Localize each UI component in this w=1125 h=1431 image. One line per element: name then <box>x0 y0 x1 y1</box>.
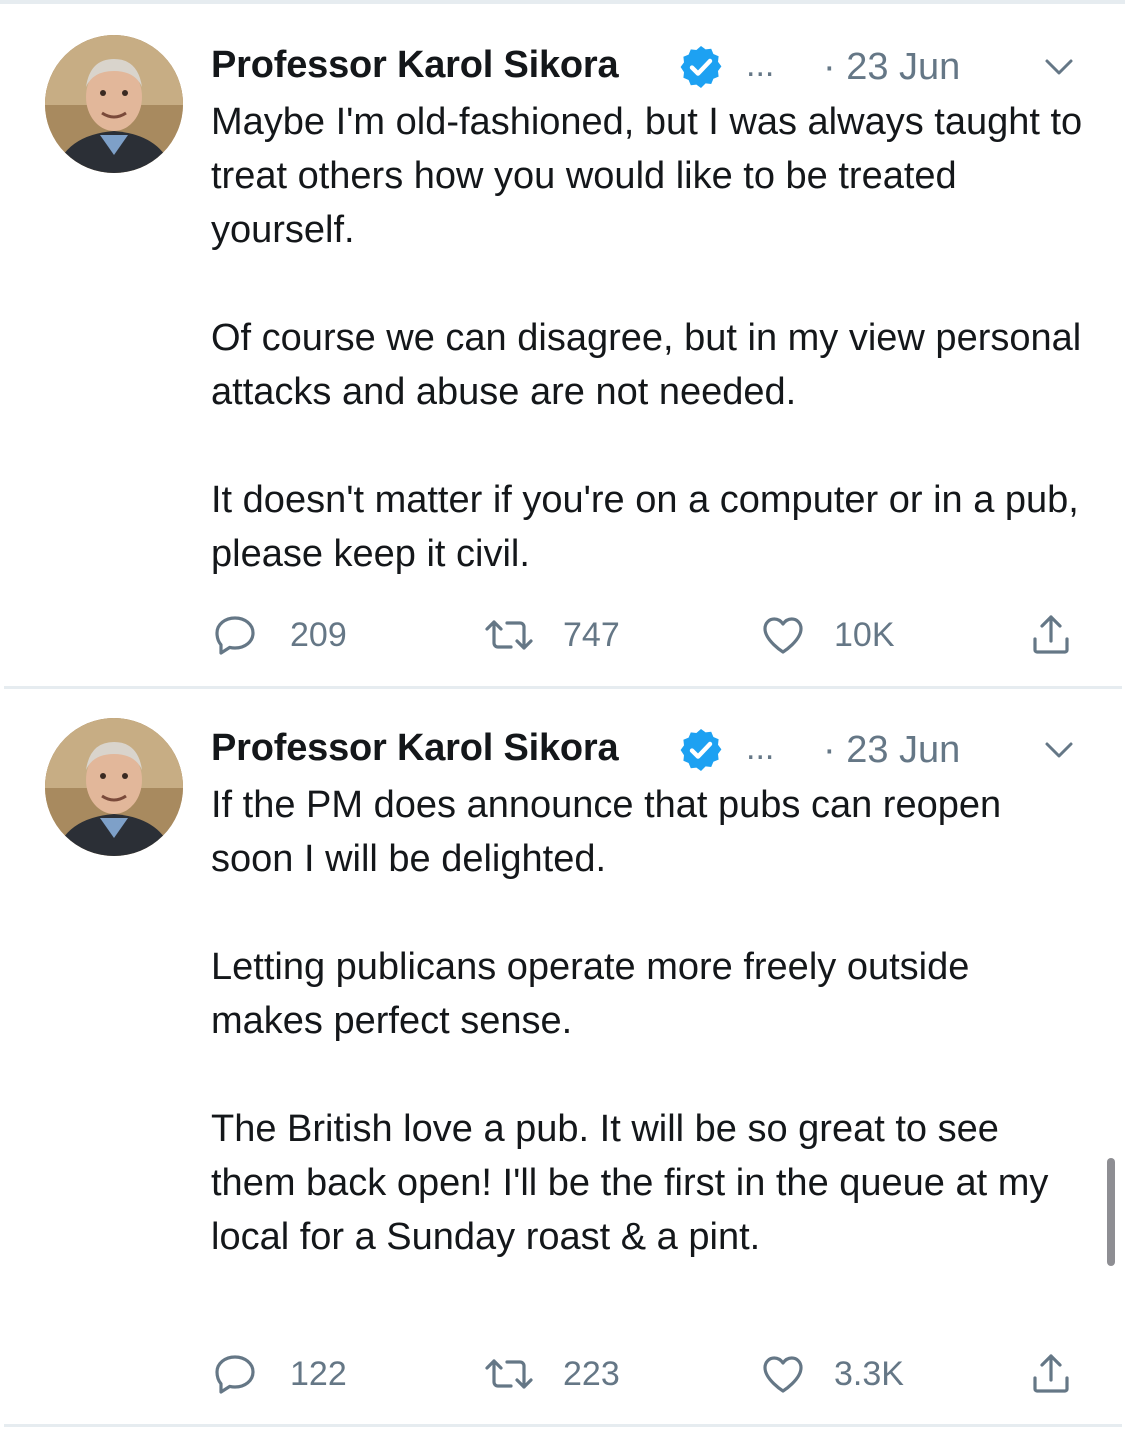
handle-truncated: ... <box>746 729 775 767</box>
tweet-header: Professor Karol Sikora ... · 23 Jun <box>211 35 1091 95</box>
tweet-1[interactable]: Professor Karol Sikora ... · 23 Jun Mayb… <box>0 35 1125 685</box>
tweet-text-p3: It doesn't matter if you're on a compute… <box>211 479 1090 575</box>
share-button[interactable] <box>1027 1344 1083 1404</box>
tweet-date[interactable]: · 23 Jun <box>823 726 960 774</box>
scrollbar[interactable] <box>1107 1158 1115 1266</box>
avatar-photo <box>45 35 183 173</box>
reply-count: 122 <box>290 1355 347 1393</box>
avatar[interactable] <box>45 718 183 856</box>
tweet-divider <box>4 686 1122 689</box>
chevron-down-icon[interactable] <box>1041 732 1077 768</box>
verified-badge-icon <box>680 46 722 88</box>
like-icon <box>763 1356 803 1393</box>
author-name[interactable]: Professor Karol Sikora <box>211 724 619 772</box>
tweet-actions: 122 223 3.3K <box>211 1344 1091 1404</box>
tweet-header: Professor Karol Sikora ... · 23 Jun <box>211 718 1091 778</box>
tweet-text-p1: Maybe I'm old-fashioned, but I was alway… <box>211 101 1093 251</box>
reply-icon <box>215 616 255 655</box>
reply-icon <box>215 1355 255 1394</box>
like-button[interactable]: 10K <box>759 605 959 665</box>
reply-button[interactable]: 122 <box>211 1344 411 1404</box>
retweet-icon <box>485 620 533 650</box>
chevron-down-icon[interactable] <box>1041 49 1077 85</box>
avatar-photo <box>45 718 183 856</box>
author-name[interactable]: Professor Karol Sikora <box>211 41 619 89</box>
tweet-divider <box>4 1424 1122 1427</box>
tweet-text-p3: The British love a pub. It will be so gr… <box>211 1108 1059 1258</box>
verified-badge-icon <box>680 729 722 771</box>
retweet-button[interactable]: 747 <box>481 605 681 665</box>
tweet-text-p2: Of course we can disagree, but in my vie… <box>211 317 1092 413</box>
like-count: 10K <box>834 616 895 654</box>
top-divider <box>0 0 1125 4</box>
tweet-2[interactable]: Professor Karol Sikora ... · 23 Jun If t… <box>0 718 1125 1408</box>
like-count: 3.3K <box>834 1355 904 1393</box>
like-button[interactable]: 3.3K <box>759 1344 959 1404</box>
tweet-date[interactable]: · 23 Jun <box>823 43 960 91</box>
retweet-button[interactable]: 223 <box>481 1344 681 1404</box>
reply-count: 209 <box>290 616 347 654</box>
handle-truncated: ... <box>746 46 775 84</box>
retweet-icon <box>485 1359 533 1389</box>
retweet-count: 747 <box>563 616 620 654</box>
share-icon <box>1033 615 1069 654</box>
tweet-text-p2: Letting publicans operate more freely ou… <box>211 946 980 1042</box>
like-icon <box>763 617 803 654</box>
tweet-actions: 209 747 10K <box>211 605 1091 665</box>
retweet-count: 223 <box>563 1355 620 1393</box>
reply-button[interactable]: 209 <box>211 605 411 665</box>
share-button[interactable] <box>1027 605 1083 665</box>
avatar[interactable] <box>45 35 183 173</box>
share-icon <box>1033 1354 1069 1393</box>
tweet-text-p1: If the PM does announce that pubs can re… <box>211 784 1012 880</box>
